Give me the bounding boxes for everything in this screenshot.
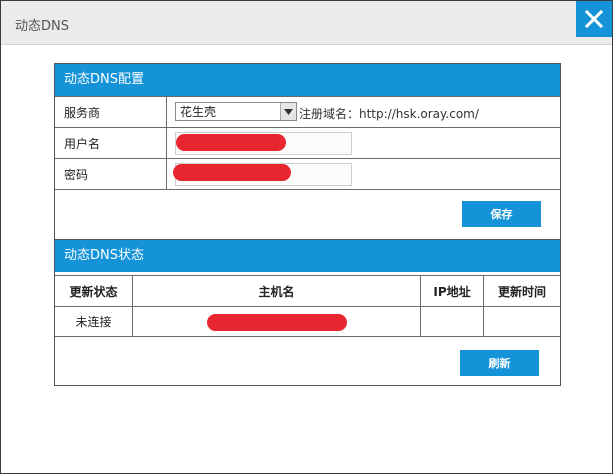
config-heading: 动态DNS配置	[55, 64, 560, 96]
provider-select[interactable]: 花生壳	[175, 102, 297, 121]
hostname-redaction	[206, 313, 347, 331]
domain-hint: 注册域名：http://hsk.oray.com/	[299, 107, 479, 121]
username-row: 用户名	[55, 127, 560, 159]
dns-status-panel: 动态DNS状态 更新状态 主机名 IP地址 更新时间 未连接 刷新	[54, 239, 561, 386]
title-bar: 动态DNS	[1, 1, 612, 45]
dns-config-panel: 动态DNS配置 服务商 花生壳 注册域名：http://hsk.oray.com…	[54, 63, 561, 240]
close-button[interactable]	[576, 1, 612, 37]
username-label: 用户名	[55, 128, 167, 159]
table-row: 未连接	[55, 306, 560, 337]
password-row: 密码	[55, 158, 560, 190]
password-redaction	[173, 164, 291, 181]
column-header: 更新时间	[483, 275, 560, 307]
close-icon	[585, 10, 603, 28]
update-time-cell	[483, 306, 560, 337]
provider-value: 花生壳	[180, 105, 217, 119]
hostname-cell	[132, 306, 421, 337]
update-state-cell: 未连接	[55, 306, 133, 337]
window-title: 动态DNS	[15, 19, 69, 34]
username-redaction	[176, 134, 286, 151]
table-header-row: 更新状态 主机名 IP地址 更新时间	[55, 275, 560, 307]
provider-label: 服务商	[55, 97, 167, 128]
column-header: IP地址	[420, 275, 484, 307]
status-heading: 动态DNS状态	[55, 240, 560, 272]
chevron-down-icon	[280, 103, 296, 120]
save-button[interactable]: 保存	[462, 201, 541, 227]
column-header: 更新状态	[55, 275, 133, 307]
status-table: 更新状态 主机名 IP地址 更新时间 未连接	[55, 275, 560, 337]
refresh-button[interactable]: 刷新	[460, 350, 539, 376]
config-actions-row: 保存	[55, 189, 560, 241]
password-label: 密码	[55, 159, 167, 190]
provider-row: 服务商 花生壳 注册域名：http://hsk.oray.com/	[55, 96, 560, 128]
ip-cell	[420, 306, 484, 337]
dialog-window: 动态DNS 动态DNS配置 服务商 花生壳 注册域名：http://hsk.or…	[0, 0, 613, 474]
column-header: 主机名	[132, 275, 421, 307]
